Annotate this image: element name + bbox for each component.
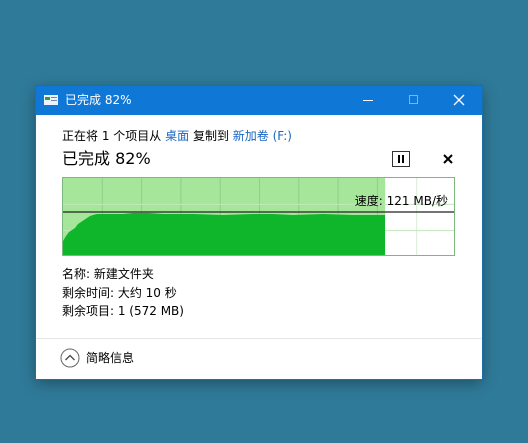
source-link[interactable]: 桌面 (165, 129, 189, 143)
progress-title: 已完成 82% (62, 149, 151, 168)
destination-link[interactable]: 新加卷 (F:) (233, 129, 292, 143)
close-window-button[interactable] (436, 86, 482, 115)
pause-button[interactable] (392, 151, 410, 167)
title-bar[interactable]: 已完成 82% (36, 86, 482, 115)
cancel-button[interactable] (442, 153, 454, 165)
speed-graph-canvas (63, 178, 454, 255)
fewer-details-label: 简略信息 (86, 351, 135, 365)
speed-label: 速度: 121 MB/秒 (354, 194, 448, 208)
dialog-footer: 简略信息 (36, 338, 482, 379)
time-remaining: 剩余时间: 大约 10 秒 (62, 286, 177, 300)
copy-middle: 复制到 (192, 129, 229, 143)
copy-description: 正在将 1 个项目从 桌面 复制到 新加卷 (F:) (62, 128, 292, 144)
copy-prefix: 正在将 1 个项目从 (62, 129, 162, 143)
close-icon (453, 94, 465, 106)
items-remaining: 剩余项目: 1 (572 MB) (62, 304, 184, 318)
transfer-speed-graph: 速度: 121 MB/秒 (62, 177, 455, 256)
maximize-button[interactable] (391, 86, 437, 115)
minimize-button[interactable] (345, 86, 391, 115)
speed-curve-fill (63, 213, 385, 255)
window-title: 已完成 82% (65, 93, 132, 107)
progress-remaining-area (385, 178, 454, 255)
item-name: 名称: 新建文件夹 (62, 267, 154, 281)
file-copy-icon (44, 95, 58, 105)
file-copy-dialog: 已完成 82% 正在将 1 个项目从 桌面 复制到 新加卷 (F:) 已完成 8… (36, 86, 482, 379)
chevron-up-icon (60, 348, 80, 368)
